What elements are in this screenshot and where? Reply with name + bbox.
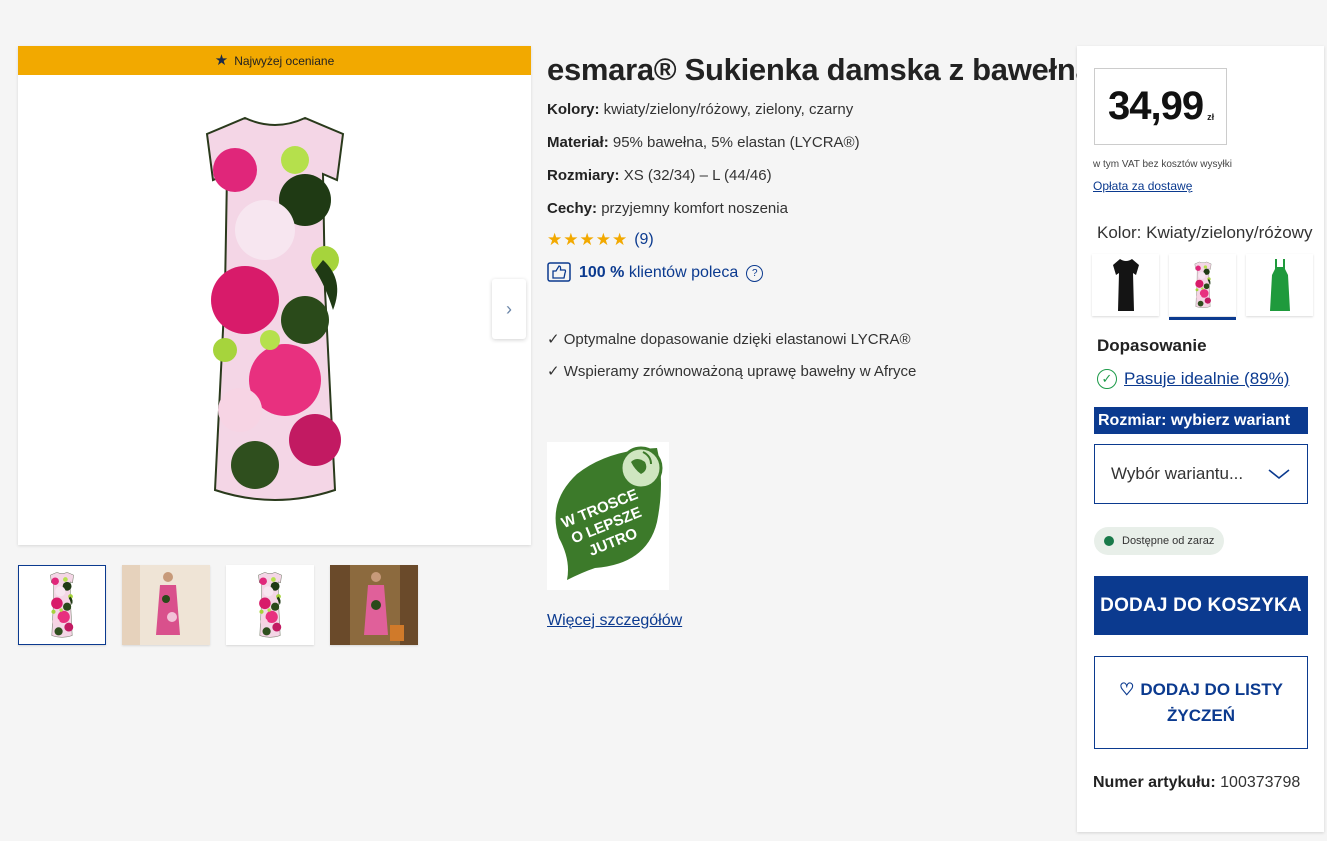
attribute-material: Materiał: 95% bawełna, 5% elastan (LYCRA… (547, 134, 860, 151)
leaf-badge-icon: W TROSCE O LEPSZE JUTRO (555, 446, 663, 580)
main-product-image[interactable] (18, 75, 531, 545)
banner-label: Najwyżej oceniane (234, 53, 335, 68)
fit-rating-link[interactable]: Pasuje idealnie (89%) (1124, 369, 1289, 389)
article-number: Numer artykułu: 100373798 (1093, 774, 1301, 791)
size-label: Rozmiar: wybierz wariant (1094, 407, 1308, 434)
attribute-features: Cechy: przyjemny komfort noszenia (547, 200, 788, 217)
selected-color: Kwiaty/zielony/różowy (1146, 223, 1313, 242)
recommend-percent: 100 % (579, 264, 625, 281)
product-gallery: ★ Najwyżej oceniane (18, 46, 531, 545)
star-icon: ★ (214, 52, 229, 69)
dress-back-thumbnail-image (258, 572, 282, 638)
color-swatch-black[interactable] (1092, 254, 1159, 316)
chevron-down-icon (1268, 469, 1290, 480)
attribute-sizes: Rozmiary: XS (32/34) – L (44/46) (547, 167, 772, 184)
fit-rating[interactable]: ✓ Pasuje idealnie (89%) (1097, 369, 1289, 389)
model-outdoor-thumbnail (330, 565, 418, 645)
color-swatch-green[interactable] (1246, 254, 1313, 316)
availability-badge: Dostępne od zaraz (1094, 527, 1225, 555)
variant-placeholder: Wybór wariantu... (1111, 464, 1244, 483)
heart-icon: ♡ (1119, 679, 1135, 699)
variant-dropdown[interactable]: Wybór wariantu... (1094, 444, 1308, 504)
rating-link[interactable]: ★★★★★ (9) (547, 230, 1067, 250)
attribute-colors: Kolory: kwiaty/zielony/różowy, zielony, … (547, 101, 854, 118)
attribute-list: Kolory: kwiaty/zielony/różowy, zielony, … (547, 96, 1067, 222)
add-to-wishlist-button[interactable]: ♡ DODAJ DO LISTY ŻYCZEŃ (1094, 656, 1308, 749)
buy-box: 34,99 zł w tym VAT bez kosztów wysyłki O… (1077, 46, 1324, 832)
fit-label: Dopasowanie (1097, 336, 1207, 355)
thumbnail-2[interactable] (122, 565, 210, 645)
green-dress-icon (1269, 259, 1290, 311)
vat-note: w tym VAT bez kosztów wysyłki (1093, 159, 1232, 170)
add-to-cart-button[interactable]: DODAJ DO KOSZYKA (1094, 576, 1308, 635)
thumbnail-strip (18, 565, 418, 645)
chevron-right-icon: › (506, 298, 512, 319)
thumbnail-1[interactable] (18, 565, 106, 645)
check-circle-icon: ✓ (1097, 369, 1117, 389)
price-box: 34,99 zł (1094, 68, 1227, 145)
thumbnail-3[interactable] (226, 565, 314, 645)
dress-image (205, 117, 344, 501)
feature-item: ✓ Wspieramy zrównoważoną uprawę bawełny … (547, 363, 917, 380)
color-swatch-floral[interactable] (1169, 254, 1236, 320)
color-swatches (1092, 254, 1313, 320)
dress-thumbnail-image (50, 572, 74, 638)
floral-dress-icon (1194, 261, 1211, 308)
price-currency: zł (1207, 111, 1215, 122)
info-icon[interactable]: ? (746, 264, 764, 282)
recommendation: 100 % klientów poleca ? (547, 262, 1067, 284)
feature-item: ✓ Optymalne dopasowanie dzięki elastanow… (547, 331, 911, 348)
feature-list: ✓ Optymalne dopasowanie dzięki elastanow… (547, 324, 1067, 388)
more-details-link[interactable]: Więcej szczegółów (547, 612, 682, 630)
top-rated-banner: ★ Najwyżej oceniane (18, 46, 531, 75)
status-dot-icon (1104, 536, 1114, 546)
rating-count: (9) (634, 231, 654, 248)
rating-stars-icon: ★★★★★ (547, 230, 629, 249)
sustainability-badge: W TROSCE O LEPSZE JUTRO (547, 442, 669, 590)
thumbnail-4[interactable] (330, 565, 418, 645)
availability-text: Dostępne od zaraz (1122, 535, 1215, 547)
color-selection-label: Kolor: Kwiaty/zielony/różowy (1097, 223, 1313, 242)
product-details: esmara® Sukienka damska z bawełną Kolory… (547, 52, 1093, 629)
price-value: 34,99 (1108, 84, 1204, 128)
black-dress-icon (1112, 259, 1139, 311)
recommend-text: klientów poleca (628, 264, 739, 281)
model-photo-thumbnail (122, 565, 210, 645)
product-title: esmara® Sukienka damska z bawełną (547, 52, 1093, 87)
thumbs-up-icon (547, 262, 571, 282)
next-image-button[interactable]: › (492, 279, 526, 339)
shipping-cost-link[interactable]: Opłata za dostawę (1093, 179, 1192, 193)
